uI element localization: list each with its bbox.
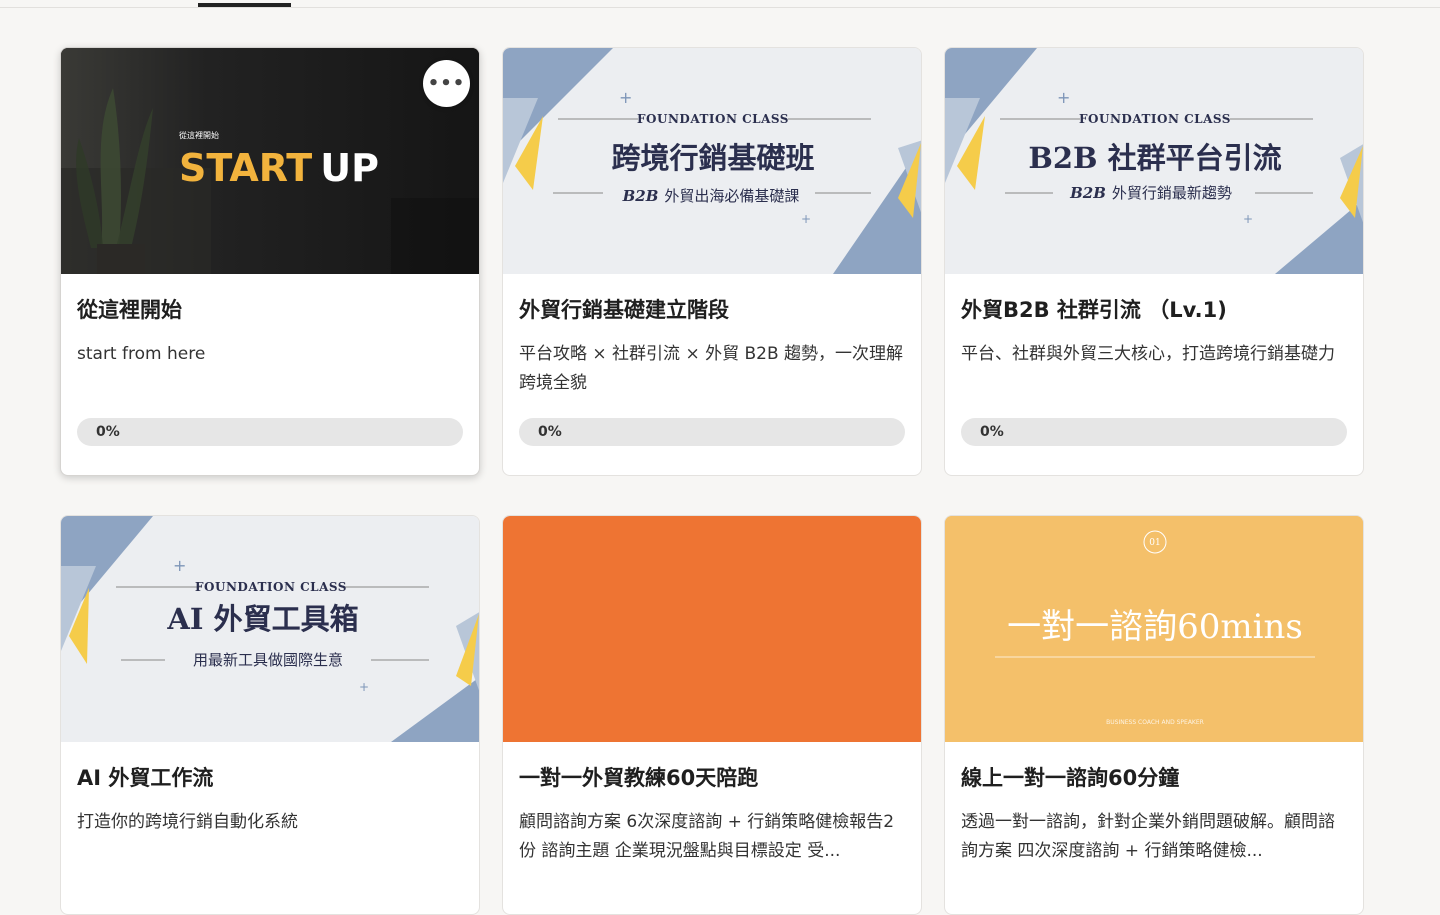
course-description: 透過一對一諮詢，針對企業外銷問題破解。顧問諮詢方案 四次深度諮詢 + 行銷策略健… <box>961 812 1335 861</box>
thumb-headline: 跨境行銷基礎班 <box>611 141 814 175</box>
thumb-sub: 用最新工具做國際生意 <box>193 651 343 669</box>
thumb-headline: AI 外貿工具箱 <box>166 602 358 636</box>
more-options-button[interactable]: ••• <box>423 60 470 107</box>
thumb-kicker: FOUNDATION CLASS <box>1079 112 1231 126</box>
progress-bar: 0% <box>961 418 1347 446</box>
thumb-headline: B2B 社群平台引流 <box>1028 141 1281 175</box>
course-title: 一對一外貿教練60天陪跑 <box>519 766 759 790</box>
thumb-badge: 01 <box>1149 538 1160 548</box>
thumb-headline: 一對一諮詢60mins <box>1007 607 1303 647</box>
progress-label: 0% <box>980 424 1004 440</box>
course-card-foundation[interactable]: + + FOUNDATION CLASS 跨境行銷基礎班 B2B 外貿出海必備基礎… <box>502 47 922 476</box>
thumb-word-start: START <box>179 146 312 190</box>
course-description: 顧問諮詢方案 6次深度諮詢 + 行銷策略健檢報告2份 諮詢主題 企業現況盤點與目… <box>519 812 895 861</box>
svg-text:STARTUP: START UP <box>179 146 379 190</box>
course-grid: 從這裡開始 START UP ••• 從這裡開始 start from here … <box>0 0 1440 915</box>
course-description: 平台攻略 × 社群引流 × 外貿 B2B 趨勢，一次理解跨境全貌 <box>519 344 904 393</box>
svg-text:+: + <box>619 88 632 107</box>
progress-bar: 0% <box>77 418 463 446</box>
foundation-class-graphic: + + FOUNDATION CLASS B2B 社群平台引流 B2B 外貿行銷最… <box>945 48 1363 274</box>
thumb-sub-bold: B2B <box>622 187 659 205</box>
svg-text:+: + <box>801 212 811 226</box>
thumb-sub-bold: B2B <box>1069 184 1106 202</box>
course-thumbnail: 01 一對一諮詢60mins BUSINESS COACH AND SPEAKE… <box>945 516 1363 742</box>
course-title: 從這裡開始 <box>77 298 182 322</box>
course-title: 線上一對一諮詢60分鐘 <box>961 766 1180 790</box>
thumb-sub: 外貿出海必備基礎課 <box>664 187 799 205</box>
course-description: 平台、社群與外貿三大核心，打造跨境行銷基礎力 <box>961 344 1335 364</box>
course-thumbnail: + + FOUNDATION CLASS AI 外貿工具箱 用最新工具做國際生意 <box>61 516 479 742</box>
course-description: 打造你的跨境行銷自動化系統 <box>77 812 298 832</box>
svg-text:B2B外貿行銷最新趨勢: B2B 外貿行銷最新趨勢 <box>1069 184 1232 202</box>
course-card-b2b-social[interactable]: + + FOUNDATION CLASS B2B 社群平台引流 B2B 外貿行銷最… <box>944 47 1364 476</box>
start-up-graphic: 從這裡開始 START UP <box>61 48 479 274</box>
thumb-kicker: 從這裡開始 <box>179 130 219 140</box>
course-title: 外貿行銷基礎建立階段 <box>519 298 729 322</box>
course-thumbnail: + + FOUNDATION CLASS 跨境行銷基礎班 B2B 外貿出海必備基礎… <box>503 48 921 274</box>
svg-text:+: + <box>359 680 369 694</box>
thumb-kicker: FOUNDATION CLASS <box>637 112 789 126</box>
progress-label: 0% <box>538 424 562 440</box>
course-card-ai-workflow[interactable]: + + FOUNDATION CLASS AI 外貿工具箱 用最新工具做國際生意… <box>60 515 480 915</box>
progress-label: 0% <box>96 424 120 440</box>
foundation-class-graphic: + + FOUNDATION CLASS 跨境行銷基礎班 B2B 外貿出海必備基礎… <box>503 48 921 274</box>
course-thumbnail: + + FOUNDATION CLASS B2B 社群平台引流 B2B 外貿行銷最… <box>945 48 1363 274</box>
thumb-sub: 外貿行銷最新趨勢 <box>1112 184 1232 202</box>
thumb-footer: BUSINESS COACH AND SPEAKER <box>1106 719 1204 726</box>
course-title: 外貿B2B 社群引流 （Lv.1) <box>961 298 1227 322</box>
progress-bar: 0% <box>519 418 905 446</box>
course-title: AI 外貿工作流 <box>77 766 214 790</box>
svg-text:+: + <box>1243 212 1253 226</box>
course-description: start from here <box>77 344 206 364</box>
svg-text:+: + <box>1057 88 1070 107</box>
foundation-class-graphic: + + FOUNDATION CLASS AI 外貿工具箱 用最新工具做國際生意 <box>61 516 479 742</box>
course-card-start-here[interactable]: 從這裡開始 START UP ••• 從這裡開始 start from here … <box>60 47 480 476</box>
svg-text:B2B外貿出海必備基礎課: B2B 外貿出海必備基礎課 <box>622 187 800 205</box>
course-card-consultation-60[interactable]: 01 一對一諮詢60mins BUSINESS COACH AND SPEAKE… <box>944 515 1364 915</box>
consultation-graphic: 01 一對一諮詢60mins BUSINESS COACH AND SPEAKE… <box>945 516 1363 742</box>
course-thumbnail <box>503 516 921 742</box>
thumb-word-up: UP <box>320 146 379 190</box>
svg-text:+: + <box>173 556 186 575</box>
thumb-kicker: FOUNDATION CLASS <box>195 580 347 594</box>
course-thumbnail: 從這裡開始 START UP ••• <box>61 48 479 274</box>
course-card-60-day-coaching[interactable]: 一對一外貿教練60天陪跑 顧問諮詢方案 6次深度諮詢 + 行銷策略健檢報告2份 … <box>502 515 922 915</box>
